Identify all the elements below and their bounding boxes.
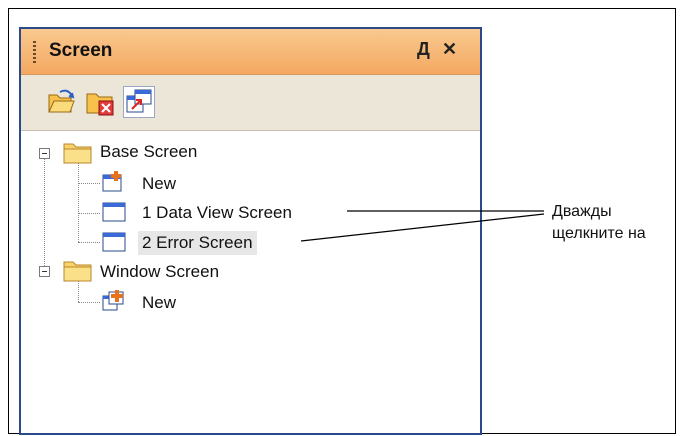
callout-line <box>300 213 545 242</box>
callout-text-line2: щелкните на <box>552 225 646 242</box>
callout-text-line1: Дважды <box>552 203 612 220</box>
